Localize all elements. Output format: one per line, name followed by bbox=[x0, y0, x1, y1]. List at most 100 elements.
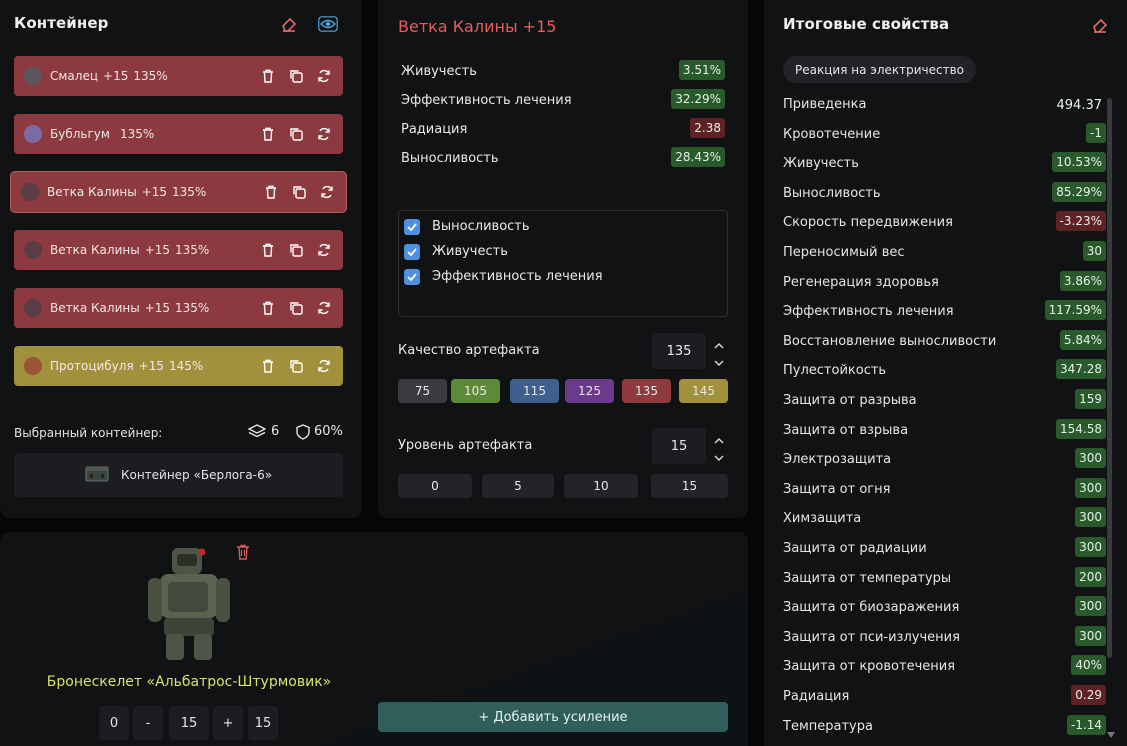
copy-icon[interactable] bbox=[287, 357, 305, 375]
refresh-icon[interactable] bbox=[318, 183, 336, 201]
stat-checkbox[interactable] bbox=[404, 244, 420, 260]
final-stat-value: 85.29% bbox=[1052, 181, 1106, 202]
quality-option[interactable]: 105 bbox=[451, 379, 500, 403]
refresh-icon[interactable] bbox=[315, 125, 333, 143]
final-stat-label: Электрозащита bbox=[783, 452, 892, 468]
final-stat-row: Температура -1.14 bbox=[783, 713, 1106, 741]
reaction-tag: Реакция на электричество bbox=[783, 56, 977, 83]
quality-option[interactable]: 75 bbox=[398, 379, 447, 403]
quality-input[interactable]: 135 bbox=[652, 333, 706, 369]
container-slot[interactable]: Бубльгум 135% bbox=[14, 114, 343, 154]
final-stat-label: Живучесть bbox=[783, 156, 859, 172]
slot-quality: 135% bbox=[175, 243, 210, 257]
level-decrement-button[interactable]: - bbox=[133, 706, 163, 740]
final-stat-label: Защита от радиации bbox=[783, 541, 927, 556]
artifact-stat-value: 28.43% bbox=[671, 147, 725, 167]
final-stat-value: 300 bbox=[1075, 596, 1106, 617]
slot-quality: 145% bbox=[169, 359, 204, 373]
stat-checkbox-label: Живучесть bbox=[432, 244, 508, 259]
final-stat-row: Защита от кровотечения 40% bbox=[783, 653, 1106, 681]
quality-option[interactable]: 115 bbox=[510, 379, 559, 403]
level-min-button[interactable]: 0 bbox=[99, 706, 129, 740]
final-stat-label: Радиация bbox=[783, 689, 850, 704]
final-stat-label: Регенерация здоровья bbox=[783, 274, 939, 290]
stat-checkbox-label: Эффективность лечения bbox=[432, 269, 603, 284]
final-stat-label: Защита от температуры bbox=[783, 570, 952, 586]
container-select-button[interactable]: Контейнер «Берлога-6» bbox=[14, 453, 343, 497]
final-stat-row: Живучесть 10.53% bbox=[783, 150, 1106, 178]
trash-icon[interactable] bbox=[259, 125, 277, 143]
copy-icon[interactable] bbox=[290, 183, 308, 201]
final-stat-label: Восстановление выносливости bbox=[783, 333, 997, 349]
armor-panel: Бронескелет «Альбатрос-Штурмовик» 0 - 15… bbox=[0, 532, 748, 746]
artifact-icon bbox=[24, 67, 42, 85]
slot-label: Ветка Калины bbox=[50, 301, 140, 315]
final-stat-row: Выносливость 85.29% bbox=[783, 180, 1106, 208]
armor-level-input[interactable]: 15 bbox=[169, 706, 209, 740]
scrollbar-thumb[interactable] bbox=[1107, 98, 1112, 658]
selected-container-label: Выбранный контейнер: bbox=[14, 426, 163, 440]
delete-armor-icon[interactable] bbox=[236, 544, 250, 564]
level-option[interactable]: 15 bbox=[651, 474, 728, 498]
slot-level: +15 bbox=[144, 301, 171, 315]
artifact-panel: Ветка Калины +15 Живучесть 3.51% Эффективн… bbox=[378, 0, 748, 518]
refresh-icon[interactable] bbox=[315, 357, 333, 375]
eye-icon[interactable] bbox=[317, 14, 339, 34]
level-option[interactable]: 10 bbox=[564, 474, 638, 498]
refresh-icon[interactable] bbox=[315, 299, 333, 317]
slot-label: Протоцибуля bbox=[50, 359, 134, 373]
final-stat-label: Пулестойкость bbox=[783, 363, 887, 379]
eraser-icon[interactable] bbox=[1090, 15, 1110, 35]
level-option[interactable]: 0 bbox=[398, 474, 472, 498]
add-boost-button[interactable]: + Добавить усиление bbox=[378, 702, 728, 732]
quality-down-icon[interactable] bbox=[714, 352, 724, 371]
refresh-icon[interactable] bbox=[315, 241, 333, 259]
final-stat-label: Температура bbox=[783, 718, 873, 734]
final-stat-label: Защита от пси-излучения bbox=[783, 629, 960, 645]
artifact-stat-label: Радиация bbox=[401, 122, 468, 137]
container-slot[interactable]: Ветка Калины +15 135% bbox=[14, 288, 343, 328]
quality-option[interactable]: 135 bbox=[622, 379, 671, 403]
final-stat-row: Защита от огня 300 bbox=[783, 476, 1106, 504]
slot-quality: 135% bbox=[119, 127, 155, 141]
final-stat-value: 30 bbox=[1082, 241, 1106, 261]
copy-icon[interactable] bbox=[287, 299, 305, 317]
slot-count: 6 bbox=[271, 424, 280, 439]
quality-option[interactable]: 125 bbox=[565, 379, 614, 403]
final-stat-row: Защита от пси-излучения 300 bbox=[783, 624, 1106, 652]
trash-icon[interactable] bbox=[259, 241, 277, 259]
level-down-icon[interactable] bbox=[714, 447, 724, 466]
quality-option[interactable]: 145 bbox=[679, 379, 728, 403]
scroll-down-icon[interactable] bbox=[1107, 723, 1115, 742]
copy-icon[interactable] bbox=[287, 241, 305, 259]
level-option[interactable]: 5 bbox=[482, 474, 554, 498]
level-input[interactable]: 15 bbox=[652, 428, 706, 464]
artifact-stat-label: Эффективность лечения bbox=[401, 93, 572, 108]
trash-icon[interactable] bbox=[262, 183, 280, 201]
final-stat-value: 3.86% bbox=[1059, 270, 1106, 291]
final-stat-label: Защита от кровотечения bbox=[783, 659, 956, 675]
copy-icon[interactable] bbox=[287, 67, 305, 85]
container-slot[interactable]: Смалец +15 135% bbox=[14, 56, 343, 96]
slot-quality: 135% bbox=[175, 301, 210, 315]
level-increment-button[interactable]: + bbox=[213, 706, 243, 740]
trash-icon[interactable] bbox=[259, 299, 277, 317]
stat-checkbox[interactable] bbox=[404, 269, 420, 285]
refresh-icon[interactable] bbox=[315, 67, 333, 85]
container-slot[interactable]: Ветка Калины +15 135% bbox=[14, 230, 343, 270]
final-stat-row: Кровотечение -1 bbox=[783, 121, 1106, 149]
final-stat-label: Приведенка bbox=[783, 97, 867, 112]
container-slot[interactable]: Ветка Калины +15 135% bbox=[11, 172, 346, 212]
final-stat-value: 300 bbox=[1075, 625, 1106, 646]
artifact-stat-label: Выносливость bbox=[401, 151, 499, 166]
trash-icon[interactable] bbox=[259, 67, 277, 85]
copy-icon[interactable] bbox=[287, 125, 305, 143]
slot-quality: 135% bbox=[172, 185, 207, 199]
armor-image bbox=[146, 544, 234, 668]
eraser-icon[interactable] bbox=[279, 14, 299, 34]
final-stat-row: Радиация 0.29 bbox=[783, 683, 1106, 711]
trash-icon[interactable] bbox=[259, 357, 277, 375]
stat-checkbox[interactable] bbox=[404, 219, 420, 235]
container-slot[interactable]: Протоцибуля +15 145% bbox=[14, 346, 343, 386]
level-max-button[interactable]: 15 bbox=[248, 706, 278, 740]
